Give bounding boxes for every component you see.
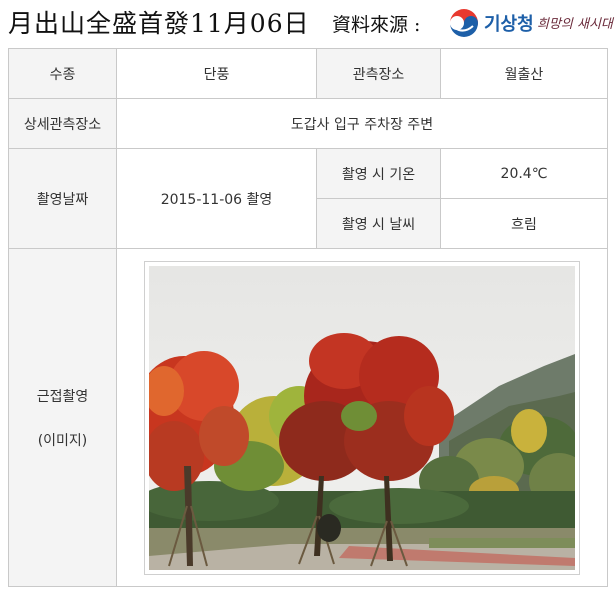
date-label: 촬영날짜 — [8, 148, 117, 249]
photo-cell — [116, 248, 608, 587]
location-value: 월출산 — [440, 48, 608, 99]
agency-slogan: 희망의 새시대 — [537, 17, 613, 32]
weather-label: 촬영 시 날씨 — [316, 198, 441, 249]
source-label: 資料來源 : — [332, 14, 421, 36]
detail-location-value: 도갑사 입구 주차장 주변 — [116, 98, 608, 149]
page-title: 月出山全盛首發11月06日 — [8, 9, 310, 38]
agency-name: 기상청 — [484, 14, 534, 35]
weather-value: 흐림 — [440, 198, 608, 249]
species-value: 단풍 — [116, 48, 317, 99]
temp-value: 20.4℃ — [440, 148, 608, 199]
temp-label: 촬영 시 기온 — [316, 148, 441, 199]
table-row: 근접촬영 (이미지) — [8, 248, 608, 587]
detail-location-label: 상세관측장소 — [8, 98, 117, 149]
table-row: 수종 단풍 관측장소 월출산 — [8, 48, 608, 99]
photo-frame[interactable] — [144, 260, 580, 575]
species-label: 수종 — [8, 48, 117, 99]
location-label: 관측장소 — [316, 48, 441, 99]
page-header: 月出山全盛首發11月06日 資料來源 : 기상청 희망의 새시대 — [0, 0, 615, 46]
photo-label: 근접촬영 — [36, 388, 89, 405]
observation-table: 수종 단풍 관측장소 월출산 상세관측장소 도갑사 입구 주차장 주변 촬영날짜… — [8, 48, 608, 587]
autumn-maple-photo — [149, 265, 575, 570]
photo-label-cell: 근접촬영 (이미지) — [8, 248, 117, 587]
table-row: 촬영날짜 2015-11-06 촬영 촬영 시 기온 20.4℃ — [8, 148, 608, 249]
kma-logo-icon — [450, 9, 478, 37]
date-value: 2015-11-06 촬영 — [116, 148, 317, 249]
photo-sublabel: (이미지) — [37, 432, 88, 449]
table-row: 상세관측장소 도갑사 입구 주차장 주변 — [8, 98, 608, 149]
